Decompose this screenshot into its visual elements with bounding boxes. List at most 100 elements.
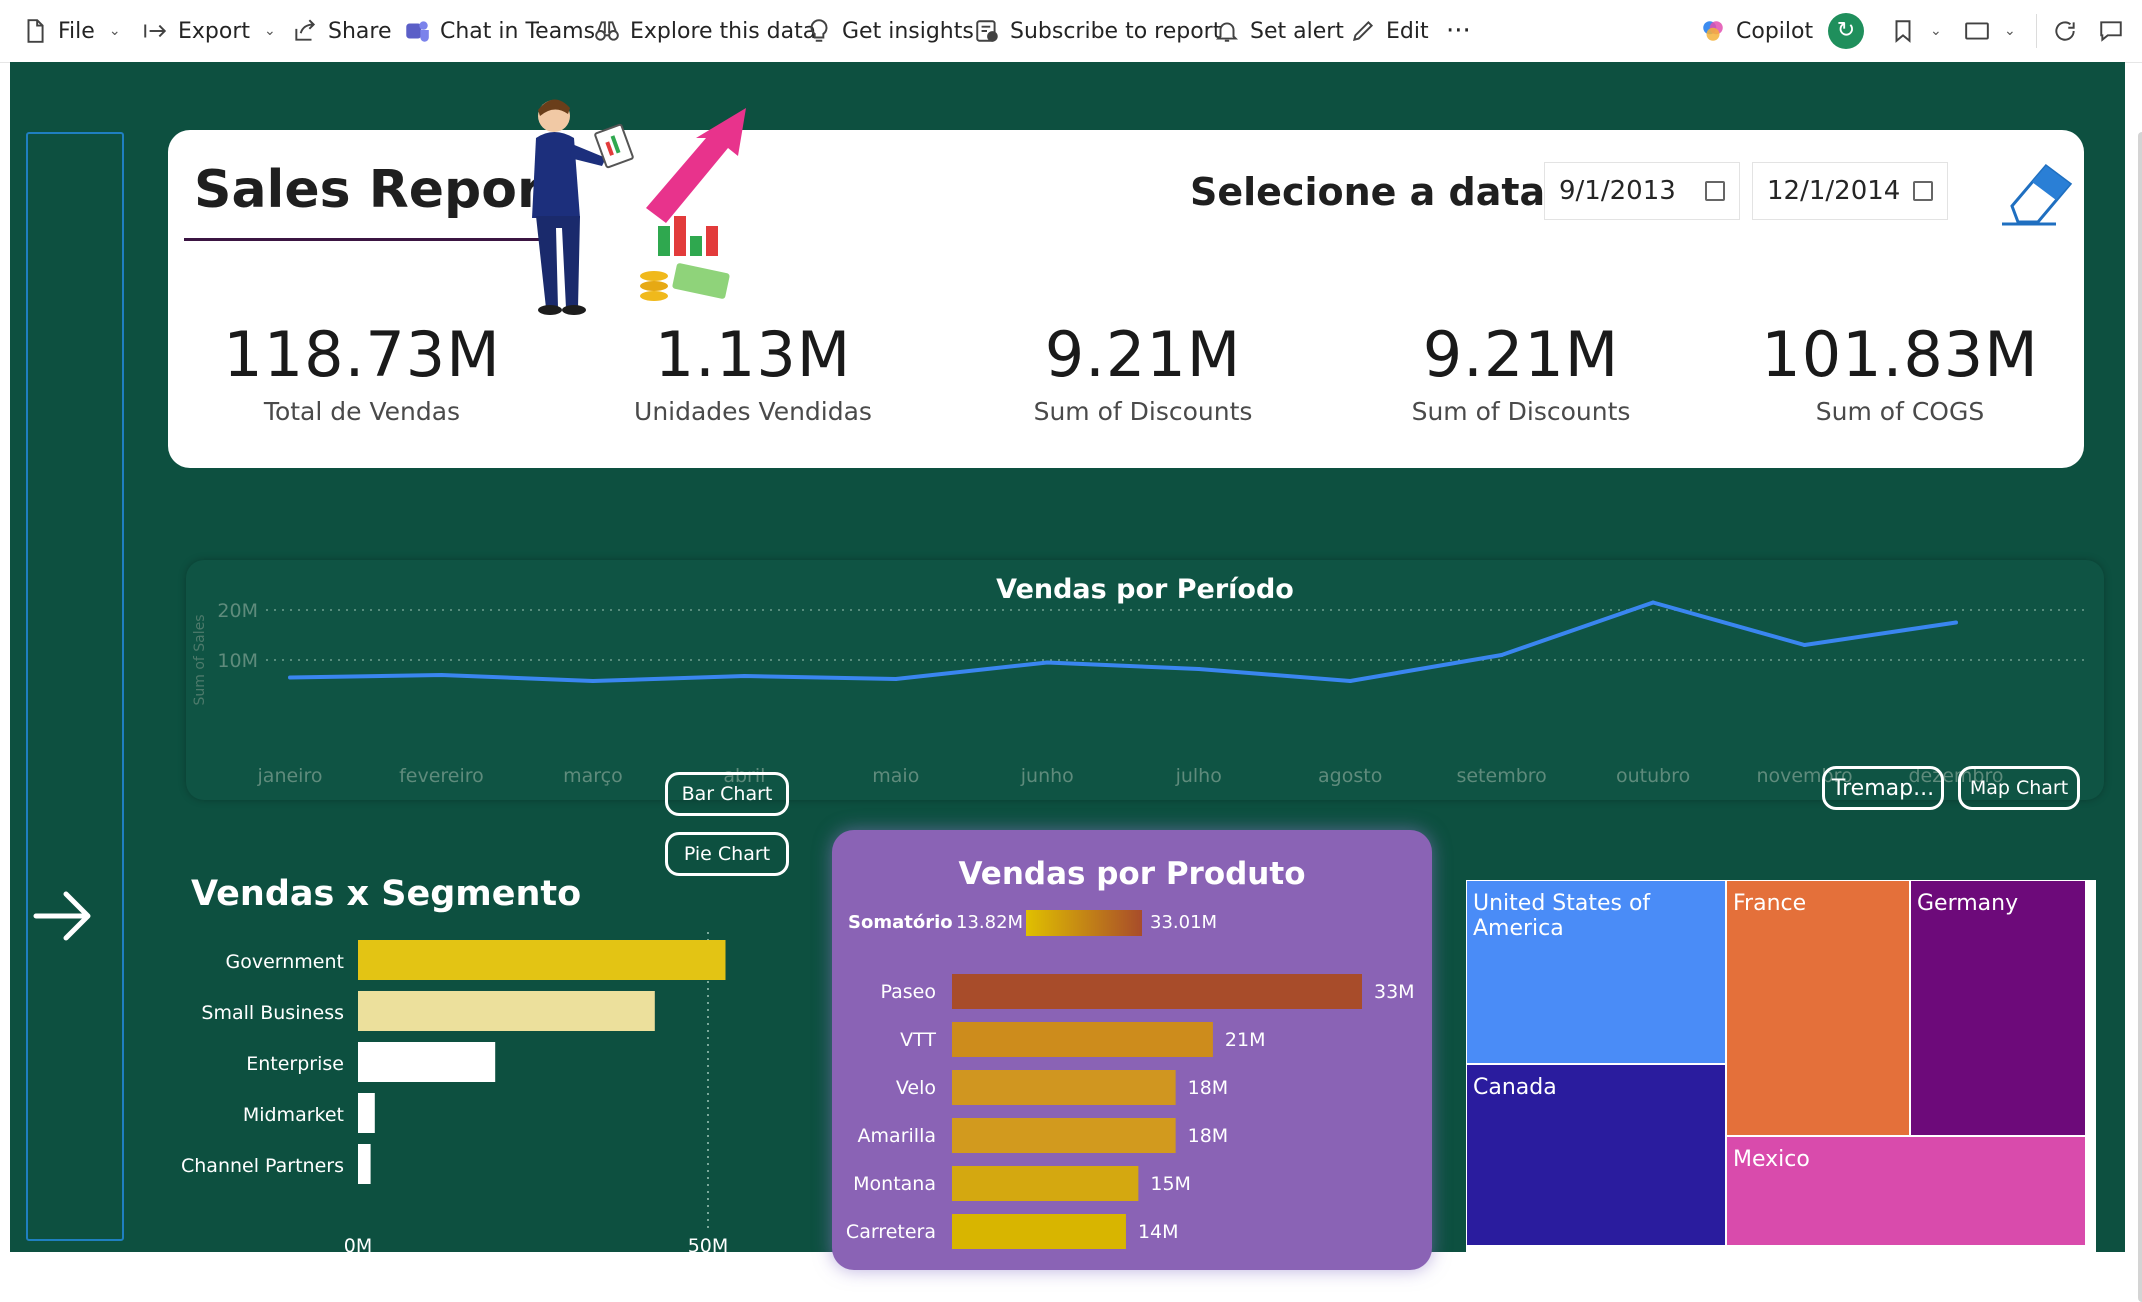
- kpi-value: 9.21M: [1044, 318, 1242, 391]
- line-point: [590, 679, 595, 683]
- reset-icon: ↻: [1828, 13, 1864, 49]
- end-date-picker[interactable]: 12/1/2014: [1752, 162, 1948, 220]
- more-options-label: ···: [1446, 16, 1471, 46]
- get-insights-button[interactable]: Get insights: [806, 0, 974, 62]
- chat-in-teams-button[interactable]: Chat in Teams: [404, 0, 595, 62]
- segment-bar: [358, 1144, 371, 1184]
- report-canvas: Sales Report Selecione a data 9/1/2013 1…: [10, 62, 2142, 1302]
- line-point: [742, 674, 747, 678]
- treemap-button[interactable]: Tremap...: [1822, 766, 1944, 810]
- product-category-label: Paseo: [881, 981, 936, 1003]
- y-tick-label: 20M: [217, 600, 258, 622]
- share-label: Share: [328, 18, 392, 44]
- sales-line-series: [289, 600, 1957, 683]
- x-tick-label: outubro: [1616, 765, 1690, 787]
- copilot-label: Copilot: [1736, 18, 1814, 44]
- treemap-tile-canada[interactable]: Canada: [1466, 1064, 1726, 1246]
- line-point: [1499, 653, 1504, 657]
- product-bar: [952, 1022, 1213, 1057]
- kpi-discounts-2: 9.21M Sum of Discounts: [1351, 318, 1691, 426]
- explore-data-label: Explore this data: [630, 18, 817, 44]
- view-icon: [1965, 22, 1989, 40]
- product-category-label: VTT: [900, 1029, 936, 1051]
- product-bar: [952, 1166, 1139, 1201]
- legend-min-label: 13.82M: [956, 912, 1023, 933]
- map-chart-button[interactable]: Map Chart: [1958, 766, 2080, 810]
- treemap-tile-usa[interactable]: United States of America: [1466, 880, 1726, 1064]
- bar-chart-button-label: Bar Chart: [681, 783, 773, 805]
- file-menu[interactable]: File ⌄: [22, 0, 121, 62]
- product-data-label: 14M: [1138, 1221, 1179, 1243]
- copilot-icon: [1703, 21, 1723, 41]
- line-point: [1045, 660, 1050, 665]
- view-button[interactable]: ⌄: [1964, 0, 2016, 62]
- share-button[interactable]: Share: [292, 0, 392, 62]
- refresh-button[interactable]: [2052, 0, 2078, 62]
- report-toolbar: File ⌄ Export ⌄ Share Chat in Teams Explor…: [0, 0, 2142, 63]
- more-options-button[interactable]: ···: [1446, 0, 1471, 62]
- treemap-tile-france[interactable]: France: [1726, 880, 1910, 1136]
- legend-label: Somatório: [848, 912, 953, 933]
- product-data-label: 18M: [1188, 1125, 1229, 1147]
- kpi-value: 9.21M: [1422, 318, 1620, 391]
- chevron-down-icon: ⌄: [2004, 23, 2016, 39]
- chat-in-teams-label: Chat in Teams: [440, 18, 596, 44]
- start-date-picker[interactable]: 9/1/2013: [1544, 162, 1740, 220]
- treemap-tile-germany[interactable]: Germany: [1910, 880, 2086, 1136]
- segment-chart-title: Vendas x Segmento: [191, 874, 582, 914]
- y-axis-label: Sum of Sales: [192, 614, 208, 705]
- line-point: [1651, 600, 1656, 605]
- vertical-scrollbar[interactable]: [2138, 132, 2142, 1302]
- sales-line-chart[interactable]: 10M 20M Sum of Sales janeiro fevereiro março a…: [186, 560, 2104, 800]
- file-icon: [27, 19, 44, 43]
- line-point: [893, 677, 898, 681]
- treemap-tile-label: France: [1733, 891, 1807, 916]
- kpi-units-sold: 1.13M Unidades Vendidas: [583, 318, 923, 426]
- arrow-right-icon[interactable]: [32, 884, 96, 948]
- calendar-icon: [1705, 181, 1725, 201]
- product-data-label: 15M: [1150, 1173, 1191, 1195]
- segment-bar-chart[interactable]: Government Small Business Enterprise Midmar…: [160, 932, 800, 1272]
- segment-bar: [358, 991, 655, 1031]
- segment-category-label: Government: [226, 951, 345, 973]
- toolbar-divider: [2036, 14, 2037, 48]
- kpi-cogs: 101.83M Sum of COGS: [1730, 318, 2070, 426]
- x-tick-label: julho: [1175, 765, 1222, 787]
- businessman-growth-illustration: [532, 99, 746, 315]
- kpi-card: Sales Report Selecione a data 9/1/2013 1…: [168, 99, 2084, 468]
- segment-bar: [358, 1093, 375, 1133]
- calendar-icon: [1913, 181, 1933, 201]
- pencil-icon: [1352, 20, 1374, 42]
- title-underline: [184, 238, 539, 241]
- export-menu[interactable]: Export ⌄: [142, 0, 276, 62]
- pie-chart-button[interactable]: Pie Chart: [665, 832, 789, 876]
- refresh-icon: [2055, 21, 2075, 41]
- edit-button[interactable]: Edit: [1350, 0, 1429, 62]
- set-alert-button[interactable]: Set alert: [1214, 0, 1344, 62]
- subscribe-icon: [976, 20, 998, 42]
- bookmark-button[interactable]: ⌄: [1890, 0, 1942, 62]
- segment-category-label: Small Business: [201, 1002, 344, 1024]
- chevron-down-icon: ⌄: [108, 23, 121, 39]
- kpi-label: Sum of COGS: [1815, 397, 1985, 426]
- kpi-value: 101.83M: [1761, 318, 2039, 391]
- treemap-tile-mexico[interactable]: Mexico: [1726, 1136, 2086, 1246]
- kpi-total-sales: 118.73M Total de Vendas: [192, 318, 532, 426]
- product-data-label: 33M: [1374, 981, 1415, 1003]
- line-point: [1802, 643, 1807, 647]
- kpi-value: 1.13M: [654, 318, 852, 391]
- product-bar-chart[interactable]: Somatório 13.82M 33.01M Paseo 33M VTT 21M Velo 1…: [832, 830, 1432, 1270]
- sales-by-product-card: Vendas por Produto Somatório 13.82M 33.01M…: [832, 830, 1432, 1270]
- side-navigation-panel[interactable]: [26, 132, 124, 1241]
- kpi-label: Sum of Discounts: [1411, 397, 1631, 426]
- explore-data-button[interactable]: Explore this data: [594, 0, 816, 62]
- file-label: File: [58, 18, 95, 44]
- eraser-icon[interactable]: [1998, 158, 2074, 228]
- subscribe-button[interactable]: Subscribe to report: [974, 0, 1221, 62]
- copilot-button[interactable]: Copilot: [1700, 0, 1813, 62]
- comments-button[interactable]: [2098, 0, 2124, 62]
- bar-chart-button[interactable]: Bar Chart: [665, 772, 789, 816]
- line-point: [1348, 679, 1353, 683]
- legend-gradient: [1026, 910, 1142, 936]
- reset-button[interactable]: ↻: [1828, 0, 1864, 62]
